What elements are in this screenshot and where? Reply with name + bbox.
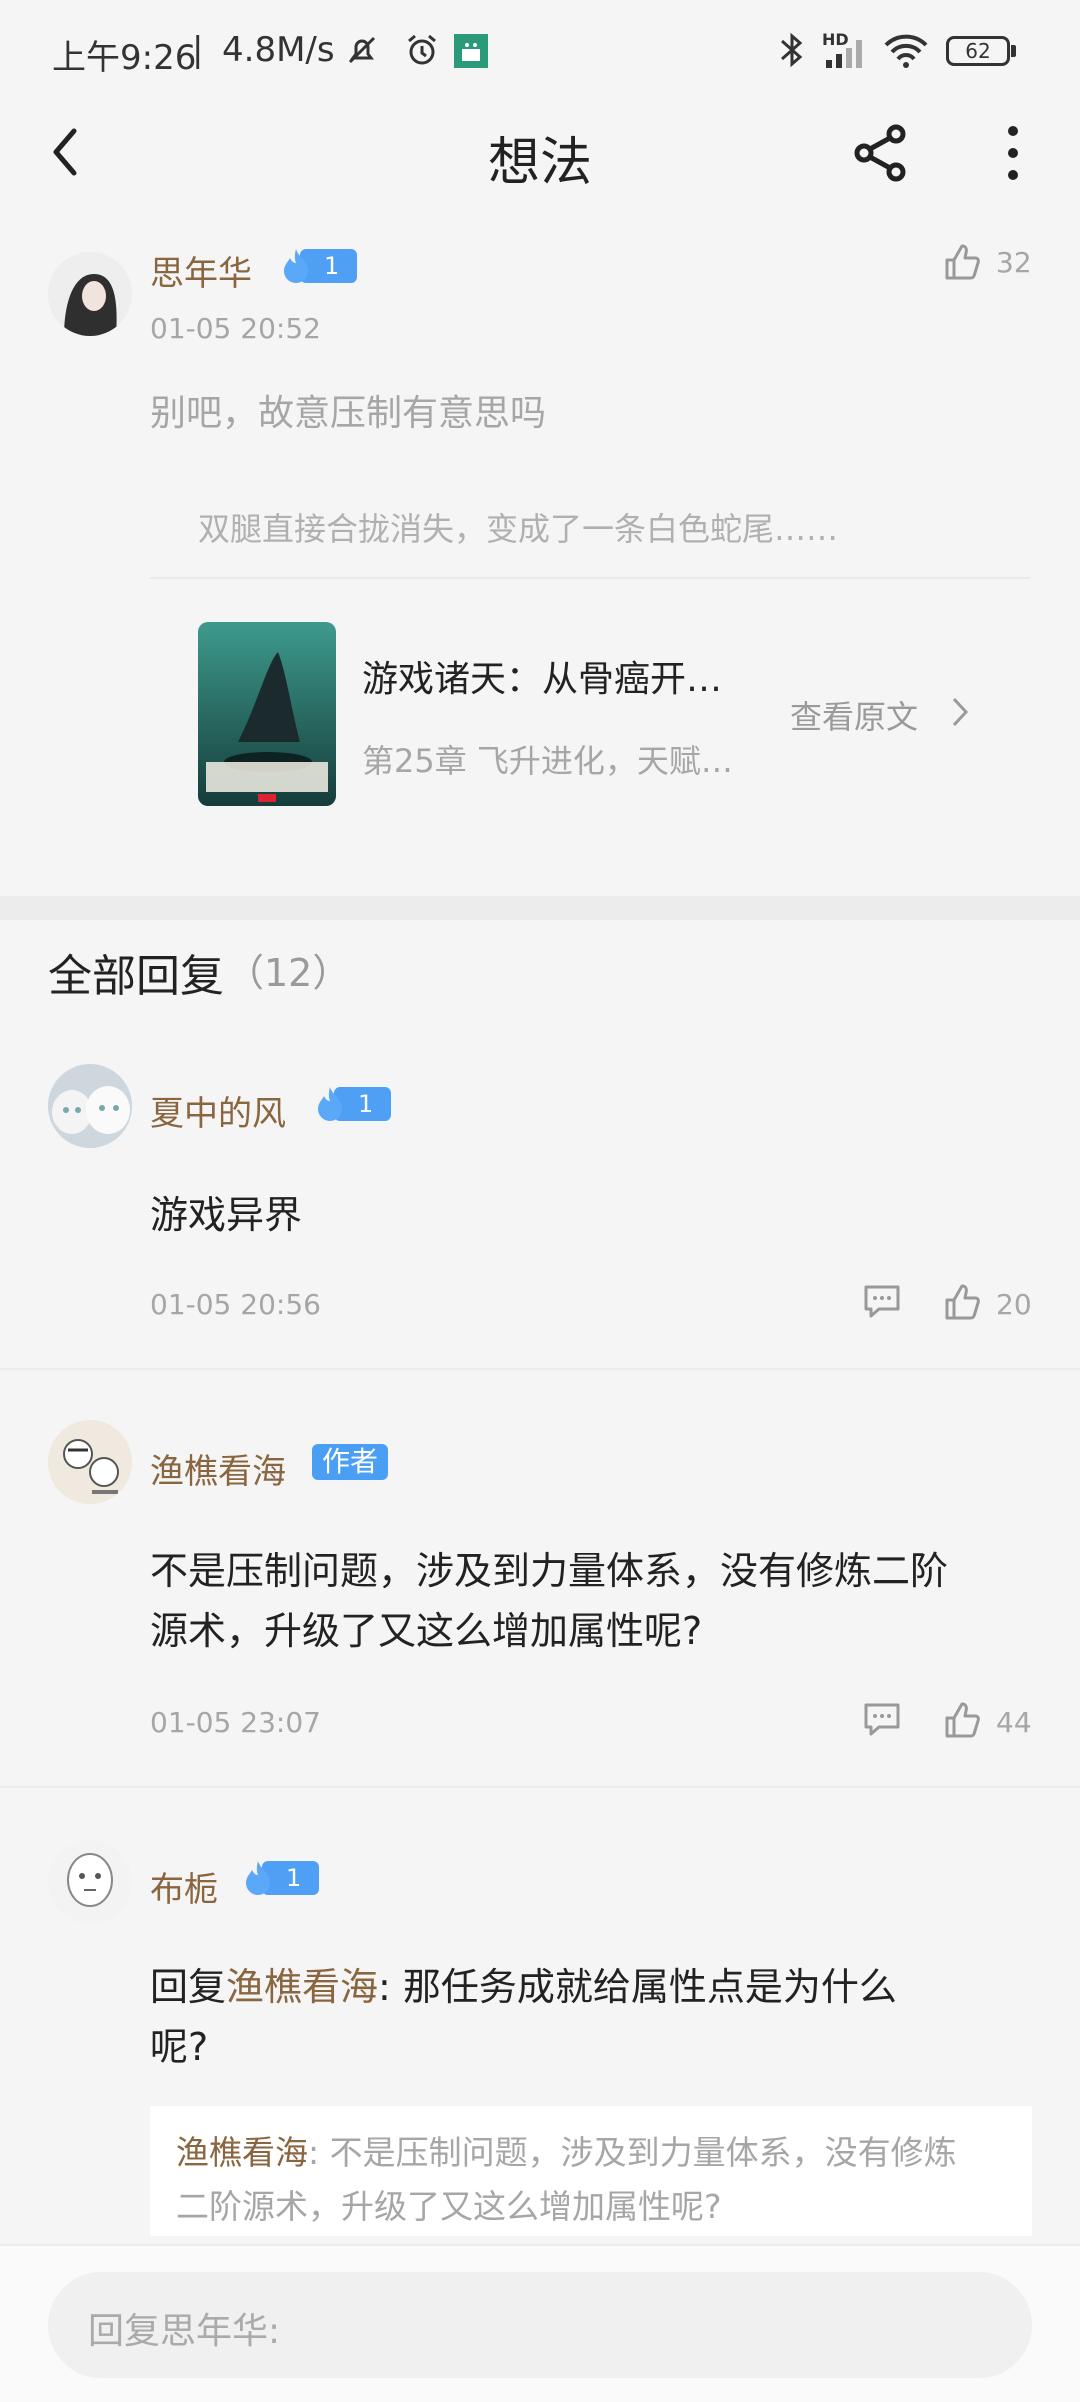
book-chapter: 第25章 飞升进化，天赋… (362, 742, 733, 780)
quoted-reply-box[interactable]: 渔樵看海: 不是压制问题，涉及到力量体系，没有修炼 二阶源术，升级了又这么增加属… (150, 2106, 1032, 2236)
chevron-right-icon (948, 694, 972, 730)
reply-author-name[interactable]: 渔樵看海 (150, 1444, 286, 1493)
status-time: 上午9:26 (52, 38, 197, 78)
fan-level-badge: 1 (312, 1086, 392, 1122)
battery-icon: 62 (946, 36, 1010, 66)
post-date: 01-05 20:52 (150, 312, 321, 345)
thumbs-up-icon[interactable] (942, 1280, 982, 1324)
quoted-author[interactable]: 渔樵看海 (176, 2133, 308, 2172)
reply-content: 游戏异界 (150, 1193, 303, 1237)
book-title: 游戏诸天：从骨癌开… (362, 659, 723, 700)
reply-prefix: 回复 (150, 1965, 227, 2009)
comment-icon[interactable] (862, 1282, 902, 1322)
view-original-link[interactable]: 查看原文 (790, 692, 918, 738)
reply-to-name[interactable]: 渔樵看海 (226, 1965, 378, 2009)
post-author-name[interactable]: 思年华 (150, 246, 252, 295)
thumbs-up-icon[interactable] (942, 1698, 982, 1742)
reply-date: 01-05 20:56 (150, 1288, 321, 1321)
comment-icon[interactable] (862, 1700, 902, 1740)
reply-date: 01-05 23:07 (150, 1706, 321, 1739)
reply-divider (0, 1786, 1080, 1788)
status-speed: 4.8M/s (222, 30, 335, 70)
top-app-bar: 想法 (0, 100, 1080, 210)
fan-level-badge: 1 (240, 1860, 320, 1896)
reply-input-placeholder: 回复思年华: (88, 2311, 281, 2352)
reply-input[interactable]: 回复思年华: (48, 2272, 1032, 2378)
fan-level-badge: 1 (278, 248, 358, 284)
replies-title: 全部回复 (48, 951, 224, 1002)
wifi-icon (882, 30, 930, 70)
reply-content-line: 回复渔樵看海: 那任务成就给属性点是为什么 (150, 1956, 897, 2011)
reply-input-bar: 回复思年华: (0, 2244, 1080, 2402)
android-app-icon (452, 32, 490, 70)
reply-author-name[interactable]: 夏中的风 (150, 1086, 286, 1135)
signal-icon (822, 36, 872, 70)
flame-icon (246, 1861, 270, 1895)
author-badge: 作者 (312, 1444, 389, 1480)
reply-like-count: 44 (996, 1706, 1032, 1739)
quoted-text: 二阶源术，升级了又这么增加属性呢? (176, 2187, 722, 2226)
post-quote: 双腿直接合拢消失，变成了一条白色蛇尾…… (198, 510, 839, 548)
reply-content-line: 源术，升级了又这么增加属性呢? (150, 1609, 703, 1653)
section-separator (0, 896, 1080, 920)
mute-bell-icon (342, 30, 382, 70)
flame-icon (284, 249, 308, 283)
status-bar: 上午9:26 | 4.8M/s HD 62 (0, 0, 1080, 100)
reply-divider (0, 1368, 1080, 1370)
reply-content-line: 不是压制问题，涉及到力量体系，没有修炼二阶 (150, 1549, 949, 1593)
reply-content-rest: : 那任务成就给属性点是为什么 (378, 1965, 897, 2009)
reply-avatar[interactable] (48, 1420, 132, 1504)
share-icon[interactable] (848, 120, 914, 186)
post-author-avatar[interactable] (48, 252, 132, 336)
more-options-icon[interactable] (990, 120, 1036, 186)
bluetooth-icon (774, 30, 810, 70)
reply-avatar[interactable] (48, 1064, 132, 1148)
post-content: 别吧，故意压制有意思吗 (150, 393, 547, 434)
battery-level: 62 (965, 39, 991, 63)
quote-divider (150, 577, 1030, 579)
post-like-count: 32 (996, 246, 1032, 279)
thumbs-up-icon[interactable] (942, 240, 982, 284)
replies-count: （12） (226, 951, 351, 995)
reply-content-line: 呢? (150, 2025, 209, 2069)
page-title: 想法 (487, 133, 592, 193)
book-cover (198, 622, 336, 806)
flame-icon (318, 1087, 342, 1121)
reply-like-count: 20 (996, 1288, 1032, 1321)
reply-author-name[interactable]: 布栀 (150, 1862, 218, 1911)
alarm-icon (402, 30, 442, 70)
quoted-text: : 不是压制问题，涉及到力量体系，没有修炼 (308, 2133, 957, 2172)
reply-avatar[interactable] (48, 1840, 132, 1924)
book-card[interactable]: 游戏诸天：从骨癌开… 第25章 飞升进化，天赋… 查看原文 (150, 600, 1030, 820)
